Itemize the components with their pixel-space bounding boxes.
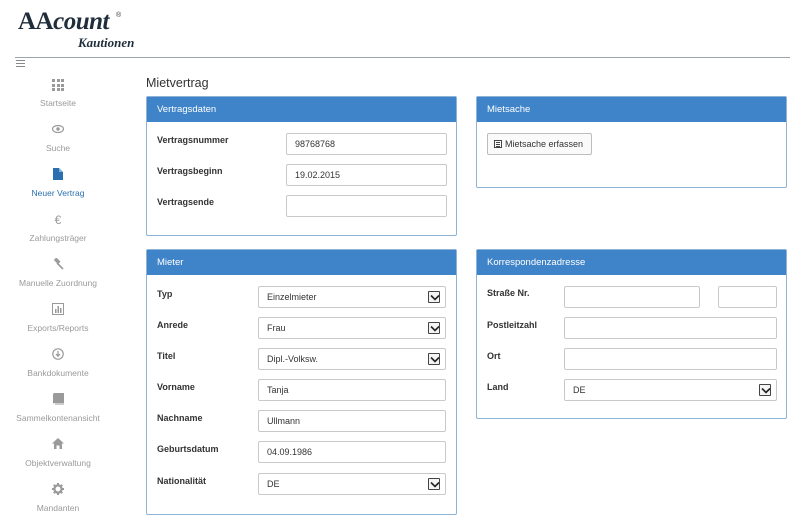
sidebar-item-label: Exports/Reports [27, 323, 89, 333]
grid-icon [51, 78, 65, 92]
anrede-select[interactable]: Frau [258, 317, 446, 339]
sidebar-item-label: Startseite [40, 98, 76, 108]
chevron-down-icon [428, 322, 440, 334]
typ-select[interactable]: Einzelmieter [258, 286, 446, 308]
label-land: Land [487, 382, 509, 392]
label-nationalitaet: Nationalität [157, 476, 207, 486]
panel-title: Mieter [147, 250, 456, 275]
sidebar-item-suche[interactable]: Suche [0, 123, 116, 163]
panel-title: Vertragsdaten [147, 97, 456, 122]
chevron-down-icon [428, 353, 440, 365]
book-icon [51, 393, 65, 407]
home-icon [51, 438, 65, 452]
eye-icon [51, 123, 65, 137]
label-postleitzahl: Postleitzahl [487, 320, 538, 330]
label-titel: Titel [157, 351, 176, 361]
download-circle-icon [51, 348, 65, 362]
geburtsdatum-input[interactable] [258, 441, 446, 463]
sidebar-item-zahlungstraeger[interactable]: € Zahlungsträger [0, 213, 116, 253]
header-divider [15, 57, 790, 58]
label-geburtsdatum: Geburtsdatum [157, 444, 219, 454]
euro-icon: € [54, 213, 62, 227]
nachname-input[interactable] [258, 410, 446, 432]
sidebar-item-label: Manuelle Zuordnung [19, 278, 97, 288]
list-icon [494, 140, 502, 148]
panel-title: Mietsache [477, 97, 786, 122]
logo-subtitle: Kautionen [78, 35, 135, 50]
ort-input[interactable] [564, 348, 777, 370]
sidebar-item-label: Objektverwaltung [25, 458, 91, 468]
mietsache-erfassen-button[interactable]: Mietsache erfassen [487, 133, 593, 155]
panel-korrespondenzadresse: Korrespondenzadresse Straße Nr. Postleit… [476, 249, 787, 419]
label-vertragsende: Vertragsende [157, 197, 215, 207]
logo-registered-mark: ® [116, 12, 122, 19]
vertragsende-input[interactable] [286, 195, 447, 217]
sidebar-item-bankdokumente[interactable]: Bankdokumente [0, 348, 116, 388]
label-vertragsbeginn: Vertragsbeginn [157, 166, 223, 176]
sidebar-item-sammelkontenansicht[interactable]: Sammelkontenansicht [0, 393, 116, 433]
sidebar-item-label: Suche [45, 143, 71, 153]
logo-wordmark: AAcount [18, 8, 109, 35]
label-ort: Ort [487, 351, 501, 361]
label-anrede: Anrede [157, 320, 189, 330]
postleitzahl-input[interactable] [564, 317, 777, 339]
strasse-input[interactable] [564, 286, 700, 308]
sidebar-item-objektverwaltung[interactable]: Objektverwaltung [0, 438, 116, 478]
sidebar-item-label: Neuer Vertrag [31, 188, 85, 198]
vertragsbeginn-input[interactable] [286, 164, 447, 186]
panel-mietsache: Mietsache Mietsache erfassen [476, 96, 787, 188]
sidebar-item-mandanten[interactable]: Mandanten [0, 483, 116, 520]
vertragsnummer-input[interactable] [286, 133, 447, 155]
cog-icon [51, 483, 65, 497]
page-title: Mietvertrag [146, 76, 209, 90]
panel-vertragsdaten: Vertragsdaten Vertragsnummer Vertragsbeg… [146, 96, 457, 236]
chevron-down-icon [428, 291, 440, 303]
sidebar-item-startseite[interactable]: Startseite [0, 78, 116, 118]
chevron-down-icon [759, 384, 771, 396]
nationalitaet-select[interactable]: DE [258, 473, 446, 495]
sidebar-item-exports-reports[interactable]: Exports/Reports [0, 303, 116, 343]
chevron-down-icon [428, 478, 440, 490]
gavel-icon [51, 257, 65, 272]
label-vorname: Vorname [157, 382, 195, 392]
sidebar-item-neuer-vertrag[interactable]: Neuer Vertrag [0, 168, 116, 208]
label-vertragsnummer: Vertragsnummer [157, 135, 229, 145]
label-nachname: Nachname [157, 413, 203, 423]
panel-title: Korrespondenzadresse [477, 250, 786, 275]
hausnummer-input[interactable] [718, 286, 777, 308]
label-typ: Typ [157, 289, 173, 299]
sidebar-item-manuelle-zuordnung[interactable]: Manuelle Zuordnung [0, 257, 116, 298]
sidebar-item-label: Mandanten [36, 503, 80, 513]
vorname-input[interactable] [258, 379, 446, 401]
app-logo[interactable]: AAcount ® Kautionen [18, 8, 158, 50]
label-strasse: Straße Nr. [487, 288, 530, 298]
land-select[interactable]: DE [564, 379, 777, 401]
titel-select[interactable]: Dipl.-Volksw. [258, 348, 446, 370]
document-icon [51, 168, 65, 182]
sidebar-item-label: Bankdokumente [27, 368, 89, 378]
sidebar-item-label: Zahlungsträger [29, 233, 87, 243]
panel-mieter: Mieter Typ Einzelmieter Anrede Frau Tite… [146, 249, 457, 515]
sidebar-item-label: Sammelkontenansicht [16, 413, 100, 423]
bar-chart-icon [51, 303, 65, 317]
menu-toggle-icon[interactable] [16, 60, 25, 69]
